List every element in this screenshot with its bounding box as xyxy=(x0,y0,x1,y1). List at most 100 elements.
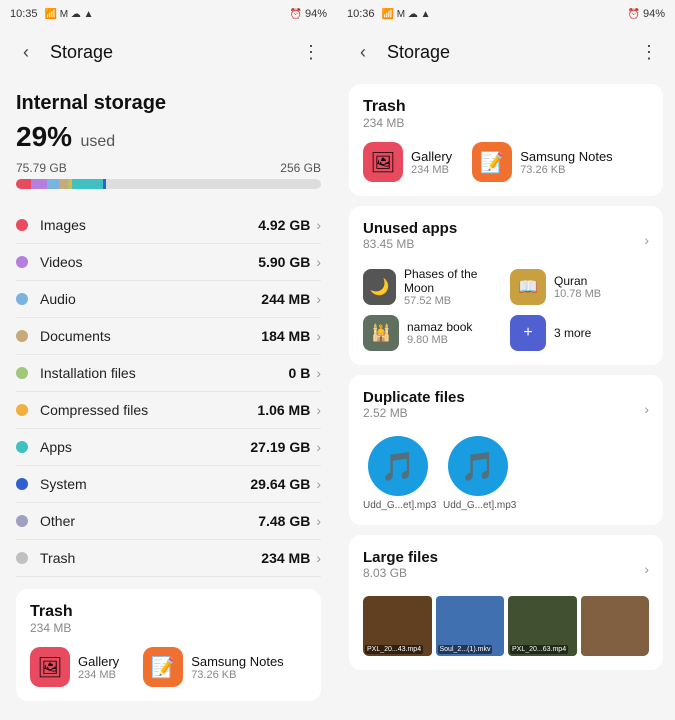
large-files-header: Large files 8.03 GB › xyxy=(363,549,649,588)
large-file-thumb[interactable] xyxy=(581,596,650,656)
storage-dot xyxy=(16,441,28,453)
storage-item[interactable]: Videos 5.90 GB › xyxy=(16,244,321,281)
storage-item-chevron: › xyxy=(316,217,321,233)
storage-item-chevron: › xyxy=(316,476,321,492)
right-status-right: ⏰ 94% xyxy=(628,8,665,20)
unused-app-item[interactable]: + 3 more xyxy=(510,315,649,351)
dup-file-name: Udd_G...et].mp3 xyxy=(443,500,513,511)
unused-app-name: 3 more xyxy=(554,326,591,340)
app-icon: 📝 xyxy=(143,647,183,687)
unused-app-size: 57.52 MB xyxy=(404,295,502,307)
unused-app-size: 9.80 MB xyxy=(407,334,472,346)
app-name: Samsung Notes xyxy=(191,654,284,669)
dup-files-header: Duplicate files 2.52 MB › xyxy=(363,389,649,428)
bar-docs xyxy=(59,179,68,189)
app-name: Samsung Notes xyxy=(520,149,613,164)
app-icon: 📝 xyxy=(472,142,512,182)
trash-app[interactable]: 📝 Samsung Notes 73.26 KB xyxy=(143,647,284,687)
app-info: Gallery 234 MB xyxy=(78,654,119,681)
bar-apps xyxy=(72,179,103,189)
storage-item[interactable]: Audio 244 MB › xyxy=(16,281,321,318)
app-icon: 🖼 xyxy=(30,647,70,687)
large-files-title-group: Large files 8.03 GB xyxy=(363,549,438,588)
unused-app-icon: 📖 xyxy=(510,269,546,305)
total-gb: 256 GB xyxy=(280,161,321,175)
right-status-icons: 📶 M ☁ ▲ xyxy=(382,9,431,20)
storage-item-chevron: › xyxy=(316,328,321,344)
left-back-button[interactable]: ‹ xyxy=(10,36,42,68)
storage-item[interactable]: Images 4.92 GB › xyxy=(16,207,321,244)
storage-item[interactable]: Other 7.48 GB › xyxy=(16,503,321,540)
right-content: Trash 234 MB 🖼 Gallery 234 MB 📝 Samsung … xyxy=(337,76,675,720)
right-trash-card: Trash 234 MB 🖼 Gallery 234 MB 📝 Samsung … xyxy=(349,84,663,196)
unused-app-name: namaz book xyxy=(407,320,472,334)
dup-file-item[interactable]: 🎵 Udd_G...et].mp3 xyxy=(443,436,513,511)
left-time: 10:35 xyxy=(10,8,38,20)
storage-dot xyxy=(16,404,28,416)
storage-item[interactable]: Documents 184 MB › xyxy=(16,318,321,355)
storage-item[interactable]: Compressed files 1.06 MB › xyxy=(16,392,321,429)
storage-item-name: Trash xyxy=(40,550,261,566)
left-title: Storage xyxy=(50,42,287,63)
large-file-thumb[interactable]: Soul_2...(1).mkv xyxy=(436,596,505,656)
left-menu-button[interactable]: ⋮ xyxy=(295,36,327,68)
unused-app-info: namaz book 9.80 MB xyxy=(407,320,472,346)
used-sub: used xyxy=(81,133,116,150)
storage-item-name: Documents xyxy=(40,328,261,344)
left-status-icons: 📶 M ☁ ▲ xyxy=(45,9,94,20)
duplicate-files-card[interactable]: Duplicate files 2.52 MB › 🎵 Udd_G...et].… xyxy=(349,375,663,525)
dup-file-item[interactable]: 🎵 Udd_G...et].mp3 xyxy=(363,436,433,511)
large-files-grid: PXL_20...43.mp4Soul_2...(1).mkvPXL_20...… xyxy=(363,596,649,656)
right-menu-button[interactable]: ⋮ xyxy=(633,36,665,68)
storage-dot xyxy=(16,219,28,231)
storage-item[interactable]: Trash 234 MB › xyxy=(16,540,321,577)
app-name: Gallery xyxy=(78,654,119,669)
storage-item-size: 4.92 GB xyxy=(258,217,310,233)
storage-item[interactable]: Installation files 0 B › xyxy=(16,355,321,392)
storage-item-chevron: › xyxy=(316,291,321,307)
unused-apps-chevron: › xyxy=(644,232,649,248)
storage-item-name: System xyxy=(40,476,250,492)
trash-app[interactable]: 🖼 Gallery 234 MB xyxy=(363,142,452,182)
storage-item-size: 184 MB xyxy=(261,328,310,344)
storage-item-size: 1.06 MB xyxy=(257,402,310,418)
trash-app[interactable]: 📝 Samsung Notes 73.26 KB xyxy=(472,142,613,182)
storage-item-chevron: › xyxy=(316,513,321,529)
dup-files-list: 🎵 Udd_G...et].mp3 🎵 Udd_G...et].mp3 xyxy=(363,436,649,511)
storage-item[interactable]: System 29.64 GB › xyxy=(16,466,321,503)
storage-item-size: 234 MB xyxy=(261,550,310,566)
storage-item[interactable]: Apps 27.19 GB › xyxy=(16,429,321,466)
bar-audio xyxy=(47,179,59,189)
unused-app-item[interactable]: 🕌 namaz book 9.80 MB xyxy=(363,315,502,351)
storage-numbers: 75.79 GB 256 GB xyxy=(16,161,321,175)
large-files-title: Large files xyxy=(363,549,438,566)
large-file-thumb[interactable]: PXL_20...63.mp4 xyxy=(508,596,577,656)
left-trash-title: Trash xyxy=(30,603,307,621)
right-panel: 10:36 📶 M ☁ ▲ ⏰ 94% ‹ Storage ⋮ Trash 23… xyxy=(337,0,675,720)
trash-app[interactable]: 🖼 Gallery 234 MB xyxy=(30,647,119,687)
large-file-thumb[interactable]: PXL_20...43.mp4 xyxy=(363,596,432,656)
storage-item-name: Compressed files xyxy=(40,402,257,418)
storage-item-chevron: › xyxy=(316,254,321,270)
storage-item-name: Apps xyxy=(40,439,250,455)
unused-app-size: 10.78 MB xyxy=(554,288,601,300)
unused-apps-card[interactable]: Unused apps 83.45 MB › 🌙 Phases of the M… xyxy=(349,206,663,365)
large-files-card[interactable]: Large files 8.03 GB › PXL_20...43.mp4Sou… xyxy=(349,535,663,670)
storage-bar xyxy=(16,179,321,189)
right-status-bar: 10:36 📶 M ☁ ▲ ⏰ 94% xyxy=(337,0,675,28)
unused-app-item[interactable]: 📖 Quran 10.78 MB xyxy=(510,267,649,307)
storage-item-chevron: › xyxy=(316,402,321,418)
right-battery: 94% xyxy=(643,8,665,20)
storage-dot xyxy=(16,293,28,305)
used-gb: 75.79 GB xyxy=(16,161,67,175)
unused-app-name: Phases of the Moon xyxy=(404,267,502,295)
right-top-bar: ‹ Storage ⋮ xyxy=(337,28,675,76)
storage-item-name: Audio xyxy=(40,291,261,307)
unused-apps-title: Unused apps xyxy=(363,220,457,237)
app-size: 234 MB xyxy=(411,164,452,176)
storage-item-size: 29.64 GB xyxy=(250,476,310,492)
unused-app-item[interactable]: 🌙 Phases of the Moon 57.52 MB xyxy=(363,267,502,307)
right-back-button[interactable]: ‹ xyxy=(347,36,379,68)
left-status-left: 10:35 📶 M ☁ ▲ xyxy=(10,8,94,20)
dup-file-icon: 🎵 xyxy=(368,436,428,496)
